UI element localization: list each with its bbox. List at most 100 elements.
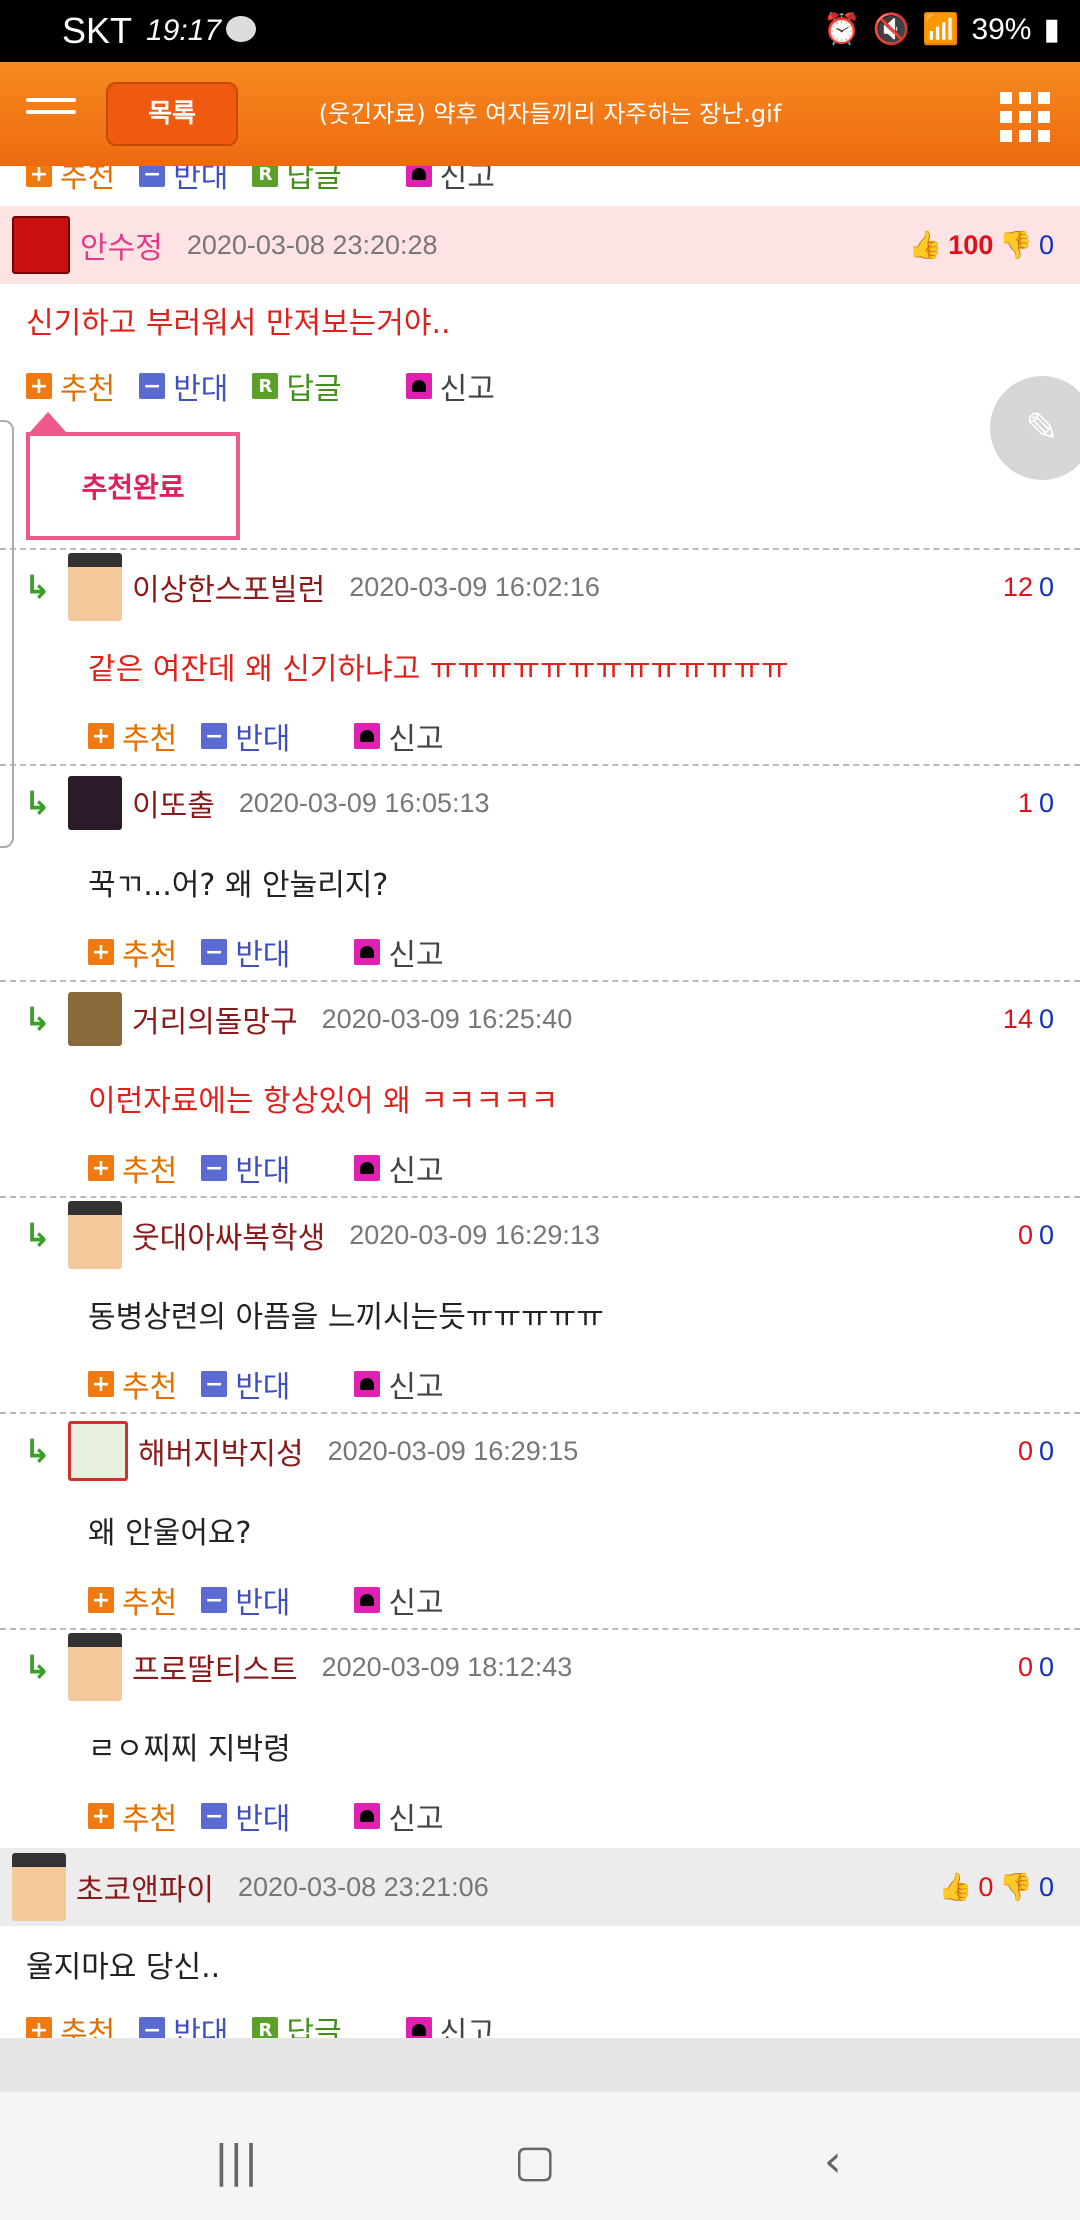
report-button[interactable]: 신고 xyxy=(354,1794,444,1838)
comment-header: 안수정 2020-03-08 23:20:28 👍 100 👎 0 xyxy=(0,206,1080,284)
oppose-button[interactable]: − 반대 xyxy=(201,930,290,974)
carrier-label: SKT xyxy=(62,10,133,51)
report-icon xyxy=(354,1371,381,1397)
recommend-button[interactable]: + 추천 xyxy=(26,166,115,196)
oppose-button[interactable]: − 반대 xyxy=(139,2008,228,2038)
reply-header: ↳ 거리의돌망구 2020-03-09 16:25:40 14 0 xyxy=(0,980,1080,1058)
reply-arrow-icon: ↳ xyxy=(24,784,51,822)
reply-arrow-icon: ↳ xyxy=(24,1648,51,1686)
reply-actions: + 추천 − 반대 신고 xyxy=(88,714,1080,758)
thumbs-down-icon: 👎 xyxy=(999,1872,1033,1902)
wifi-icon: 📶 xyxy=(922,13,960,46)
pencil-icon: ✎ xyxy=(1025,405,1059,451)
vote-counts: 00 xyxy=(1017,1219,1054,1250)
bottom-spacer xyxy=(0,2038,1080,2092)
comment-date: 2020-03-08 23:20:28 xyxy=(186,229,438,260)
clock: 19:17 xyxy=(146,14,222,47)
vote-counts: 14 0 xyxy=(1002,1003,1054,1034)
report-button[interactable]: 신고 xyxy=(405,364,495,408)
reply-actions: + 추천 − 반대 신고 xyxy=(88,1578,1080,1622)
reply-author[interactable]: 거리의돌망구 xyxy=(132,997,298,1041)
recommend-button[interactable]: + 추천 xyxy=(26,364,115,408)
reply-button[interactable]: R 답글 xyxy=(252,2008,342,2038)
vote-counts: 10 xyxy=(1017,787,1054,818)
reply-header: ↳ 이상한스포빌런 2020-03-09 16:02:16 12 0 xyxy=(0,548,1080,626)
mute-icon: 🔇 xyxy=(872,13,911,46)
reply-actions: + 추천 − 반대 신고 xyxy=(88,1794,1080,1838)
report-button[interactable]: 신고 xyxy=(354,930,444,974)
status-bar: SKT 19:17 ⏰ 🔇 📶 39% ▮ xyxy=(0,0,1080,62)
menu-icon[interactable] xyxy=(26,98,76,128)
reply-author[interactable]: 이또출 xyxy=(132,781,215,825)
recommend-button[interactable]: + 추천 xyxy=(88,714,177,758)
oppose-button[interactable]: − 반대 xyxy=(201,714,290,758)
reply-button[interactable]: R 답글 xyxy=(252,364,342,408)
reply-arrow-icon: ↳ xyxy=(24,1432,51,1470)
up-count: 0 xyxy=(978,1871,994,1902)
oppose-button[interactable]: − 반대 xyxy=(139,166,228,196)
comment-text: 울지마요 당신.. xyxy=(26,1950,221,1985)
top-bar: 목록 (웃긴자료) 약후 여자들끼리 자주하는 장난.gif xyxy=(0,62,1080,166)
report-button[interactable]: 신고 xyxy=(354,1146,444,1190)
report-icon xyxy=(354,1155,381,1181)
reply-arrow-icon: ↳ xyxy=(24,568,51,606)
reply-actions: + 추천 − 반대 신고 xyxy=(88,930,1080,974)
recommend-button[interactable]: + 추천 xyxy=(88,930,177,974)
navigation-bar: ||| ▢ ‹ xyxy=(0,2092,1080,2220)
apps-grid-icon[interactable] xyxy=(1000,92,1050,142)
reply-actions: + 추천 − 반대 신고 xyxy=(88,1362,1080,1406)
list-button[interactable]: 목록 xyxy=(106,82,238,146)
avatar xyxy=(68,992,122,1046)
report-button[interactable]: 신고 xyxy=(354,1362,444,1406)
vote-counts: 00 xyxy=(1017,1651,1054,1682)
avatar xyxy=(68,1201,122,1269)
avatar xyxy=(12,1853,66,1921)
oppose-button[interactable]: − 반대 xyxy=(201,1362,290,1406)
vote-counts: 👍 0 👎 0 xyxy=(939,1871,1054,1903)
page-title: (웃긴자료) 약후 여자들끼리 자주하는 장난.gif xyxy=(318,100,782,128)
thumbs-up-icon: 👍 xyxy=(938,1872,973,1902)
avatar xyxy=(68,776,122,830)
home-icon[interactable]: ▢ xyxy=(514,2136,556,2187)
reply-actions: + 추천 − 반대 신고 xyxy=(88,1146,1080,1190)
reply-date: 2020-03-09 18:12:43 xyxy=(321,1651,573,1682)
reply-author[interactable]: 해버지박지성 xyxy=(138,1429,304,1473)
reply-text: 왜 안울어요? xyxy=(88,1516,252,1551)
reply-date: 2020-03-09 16:02:16 xyxy=(349,571,600,602)
comment-author[interactable]: 초코앤파이 xyxy=(76,1865,214,1909)
report-icon xyxy=(405,373,432,399)
reply-author[interactable]: 웃대아싸복학생 xyxy=(132,1213,325,1257)
up-count: 100 xyxy=(948,229,994,260)
recommend-button[interactable]: + 추천 xyxy=(88,1794,177,1838)
reply-author[interactable]: 프로딸티스트 xyxy=(132,1645,298,1689)
oppose-button[interactable]: − 반대 xyxy=(201,1578,290,1622)
report-button[interactable]: 신고 xyxy=(354,714,444,758)
oppose-button[interactable]: − 반대 xyxy=(139,364,228,408)
recommend-button[interactable]: + 추천 xyxy=(88,1146,177,1190)
reply-header: ↳ 웃대아싸복학생 2020-03-09 16:29:13 00 xyxy=(0,1196,1080,1274)
reply-header: ↳ 프로딸티스트 2020-03-09 18:12:43 00 xyxy=(0,1628,1080,1706)
recommend-button[interactable]: + 추천 xyxy=(88,1578,177,1622)
report-button[interactable]: 신고 xyxy=(354,1578,444,1622)
reply-author[interactable]: 이상한스포빌런 xyxy=(132,565,325,609)
comment-actions: + 추천 − 반대 R 답글 신고 xyxy=(26,364,1080,408)
comment-header: 초코앤파이 2020-03-08 23:21:06 👍 0 👎 0 xyxy=(0,1848,1080,1926)
reply-text: ㄹㅇ찌찌 지박령 xyxy=(88,1732,291,1767)
battery-icon: ▮ xyxy=(1043,13,1060,46)
report-button[interactable]: 신고 xyxy=(405,2008,495,2038)
status-icons: ⏰ 🔇 📶 39% ▮ xyxy=(823,12,1060,47)
reply-button[interactable]: R 답글 xyxy=(252,166,342,196)
recommend-button[interactable]: + 추천 xyxy=(88,1362,177,1406)
oppose-button[interactable]: − 반대 xyxy=(201,1794,290,1838)
report-button[interactable]: 신고 xyxy=(405,166,495,196)
notification-icon xyxy=(226,16,256,42)
thumbs-up-icon: 👍 xyxy=(908,230,943,260)
recent-apps-icon[interactable]: ||| xyxy=(214,2136,258,2187)
oppose-button[interactable]: − 반대 xyxy=(201,1146,290,1190)
down-count: 0 xyxy=(1038,229,1054,260)
back-icon[interactable]: ‹ xyxy=(824,2136,842,2187)
reply-text: 이런자료에는 항상있어 왜 ㅋㅋㅋㅋㅋ xyxy=(88,1084,559,1119)
comment-author[interactable]: 안수정 xyxy=(80,223,163,267)
recommend-button[interactable]: + 추천 xyxy=(26,2008,115,2038)
side-scroll-handle[interactable] xyxy=(0,420,14,848)
